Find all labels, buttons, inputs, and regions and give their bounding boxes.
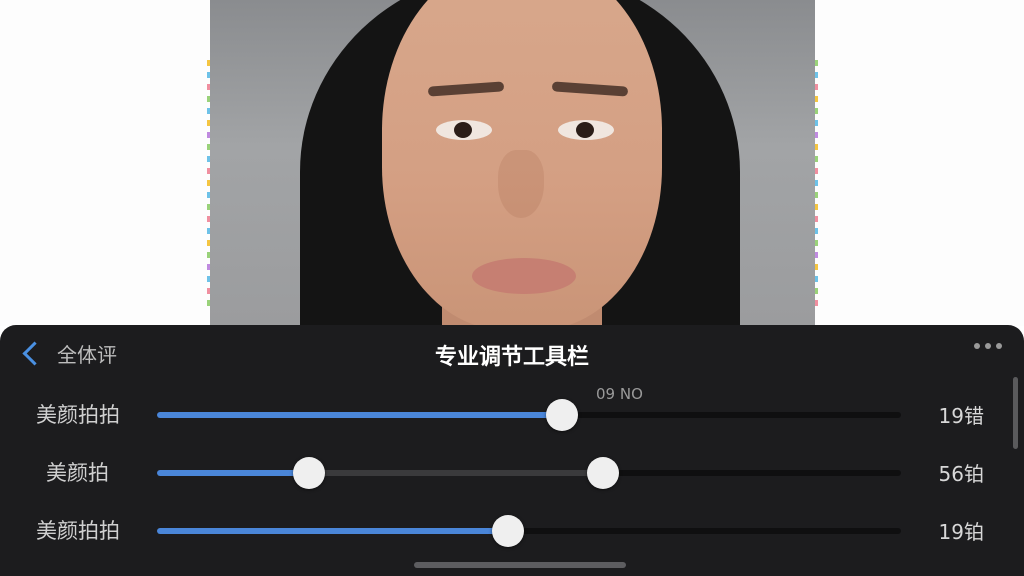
- photo-edge-marker-right: [815, 60, 818, 316]
- panel-header: 全体评 专业调节工具栏: [0, 325, 1024, 381]
- slider-row: 美颜拍拍 19错: [0, 391, 1000, 435]
- slider-track[interactable]: [157, 515, 901, 547]
- slider-label: 美颜拍: [46, 461, 109, 485]
- ellipsis-icon: [974, 343, 1002, 349]
- slider-thumb[interactable]: [492, 515, 525, 547]
- slider-label: 美颜拍拍: [36, 519, 120, 543]
- portrait-nose: [498, 150, 544, 218]
- home-indicator[interactable]: [414, 562, 626, 568]
- slider-thumb[interactable]: [546, 399, 579, 431]
- panel-scrollbar[interactable]: [1013, 377, 1018, 449]
- slider-track[interactable]: [157, 457, 901, 489]
- more-options-button[interactable]: [974, 343, 1002, 349]
- range-slider-row: 美颜拍 56铂: [0, 449, 1000, 493]
- slider-label: 美颜拍拍: [36, 403, 120, 427]
- portrait-right-eye: [558, 120, 614, 140]
- slider-row: 美颜拍拍 19铂: [0, 507, 1000, 551]
- slider-range-segment: [308, 470, 603, 476]
- slider-fill: [157, 470, 309, 476]
- background-left: [0, 0, 210, 326]
- slider-fill: [157, 412, 563, 418]
- photo-edge-marker-left: [207, 60, 210, 316]
- slider-value: 56铂: [938, 462, 984, 486]
- slider-value: 19错: [938, 404, 984, 428]
- portrait-left-eye: [436, 120, 492, 140]
- slider-thumb-high[interactable]: [586, 457, 619, 489]
- adjustment-panel: 全体评 专业调节工具栏 09 NO 美颜拍拍 19错 美颜拍 56铂 美颜拍拍: [0, 325, 1024, 576]
- slider-track[interactable]: [157, 399, 901, 431]
- slider-fill: [157, 528, 509, 534]
- background-right: [815, 0, 1024, 326]
- portrait-lips: [472, 258, 576, 294]
- slider-thumb-low[interactable]: [292, 457, 325, 489]
- slider-value: 19铂: [938, 520, 984, 544]
- portrait-photo: [210, 0, 815, 326]
- panel-title: 专业调节工具栏: [434, 345, 589, 370]
